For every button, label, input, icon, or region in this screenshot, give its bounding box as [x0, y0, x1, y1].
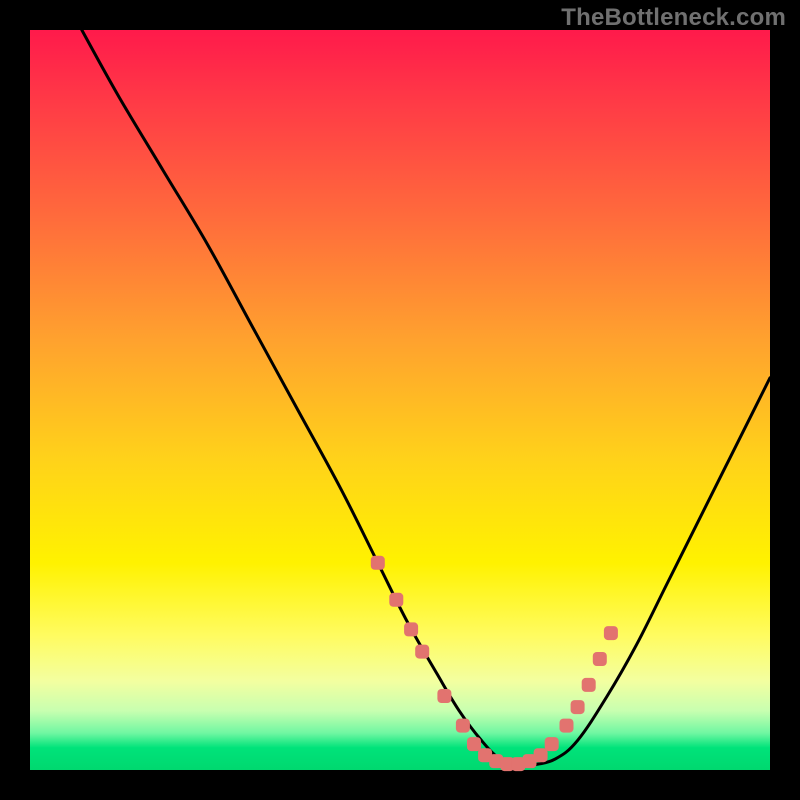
- highlight-dot: [593, 652, 607, 666]
- highlight-dot: [560, 719, 574, 733]
- bottleneck-curve: [30, 30, 770, 770]
- highlight-dot: [467, 737, 481, 751]
- highlight-dot: [582, 678, 596, 692]
- plot-area: [30, 30, 770, 770]
- highlight-dot: [371, 556, 385, 570]
- chart-frame: TheBottleneck.com: [0, 0, 800, 800]
- highlight-dot: [456, 719, 470, 733]
- highlight-dot: [389, 593, 403, 607]
- highlight-dot: [404, 622, 418, 636]
- highlight-dot: [545, 737, 559, 751]
- watermark-text: TheBottleneck.com: [561, 4, 786, 32]
- highlight-dot: [604, 626, 618, 640]
- highlight-dot: [571, 700, 585, 714]
- highlight-dot: [534, 748, 548, 762]
- highlight-dot: [437, 689, 451, 703]
- highlight-dot: [415, 645, 429, 659]
